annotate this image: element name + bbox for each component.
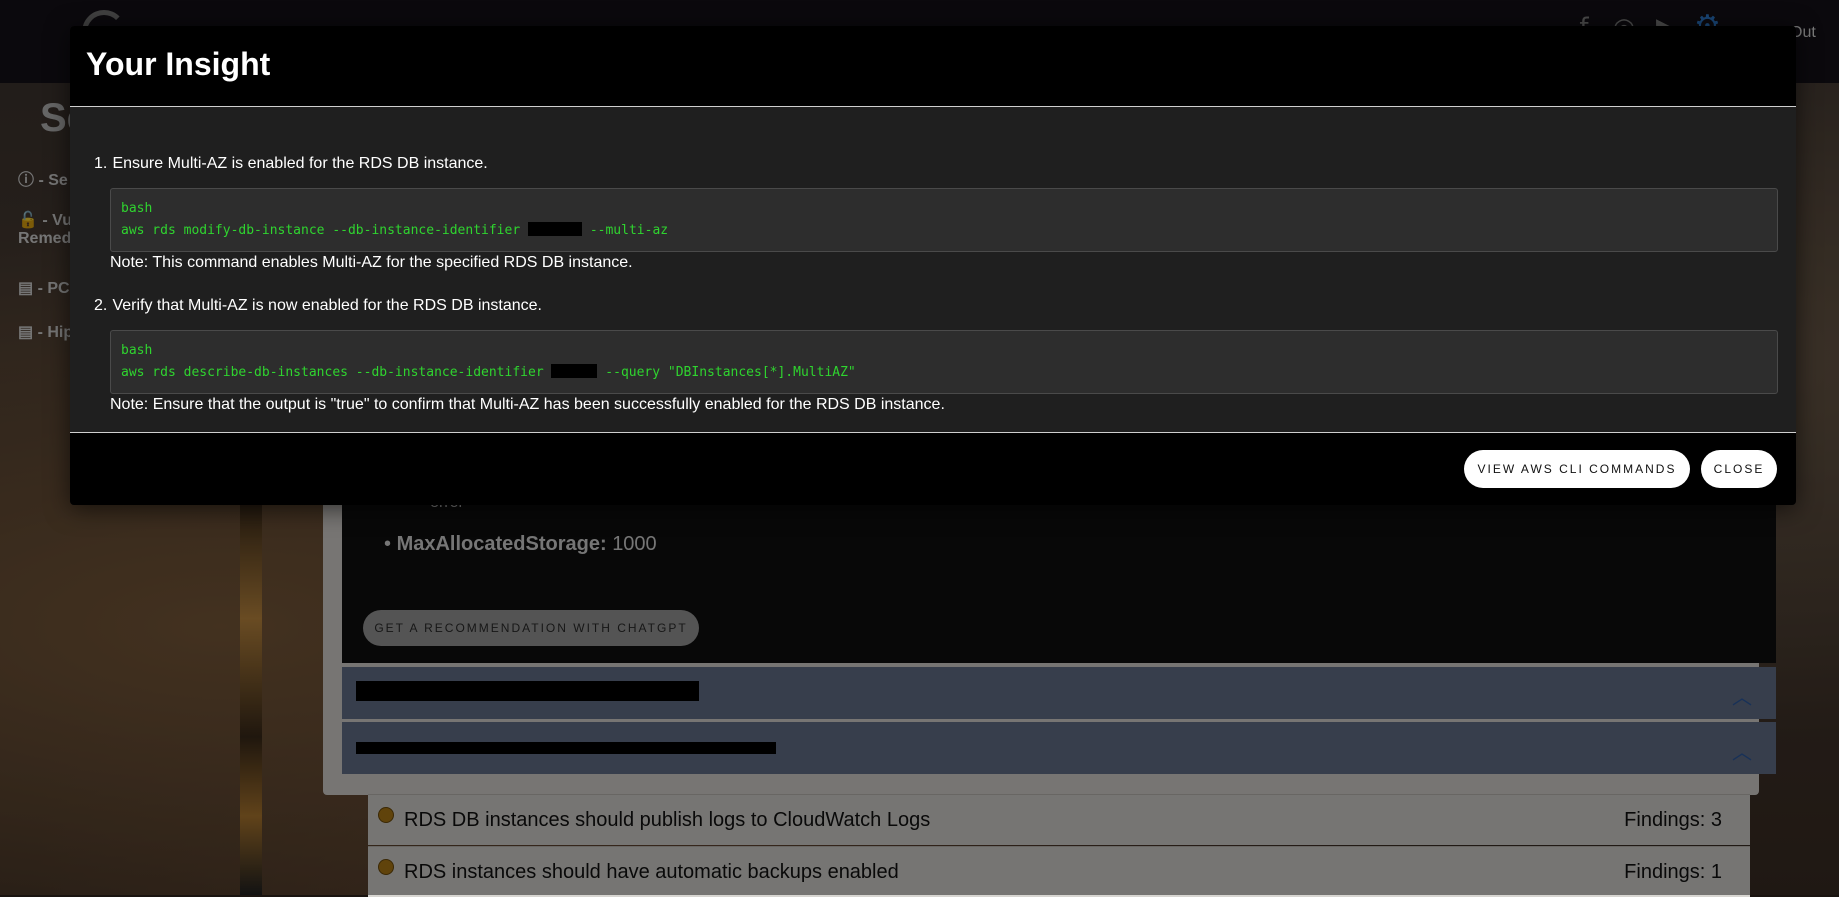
step-1: 1. Ensure Multi-AZ is enabled for the RD… bbox=[94, 155, 488, 173]
step-note: Note: Ensure that the output is "true" t… bbox=[110, 396, 945, 413]
modal-body: 1. Ensure Multi-AZ is enabled for the RD… bbox=[70, 107, 1796, 432]
redacted-identifier bbox=[528, 222, 582, 236]
modal-title: Your Insight bbox=[86, 46, 271, 82]
close-button[interactable]: CLOSE bbox=[1701, 450, 1777, 488]
code-language: bash bbox=[121, 343, 153, 358]
step-number: 1. bbox=[94, 155, 108, 172]
code-language: bash bbox=[121, 201, 153, 216]
view-aws-cli-button[interactable]: VIEW AWS CLI COMMANDS bbox=[1464, 450, 1690, 488]
step-text: Ensure Multi-AZ is enabled for the RDS D… bbox=[112, 155, 488, 172]
code-block[interactable]: bash aws rds modify-db-instance --db-ins… bbox=[110, 188, 1778, 252]
modal-footer: VIEW AWS CLI COMMANDS CLOSE bbox=[70, 432, 1796, 505]
step-2: 2. Verify that Multi-AZ is now enabled f… bbox=[94, 297, 542, 315]
redacted-identifier bbox=[551, 364, 598, 378]
modal-header: Your Insight bbox=[70, 26, 1796, 107]
step-number: 2. bbox=[94, 297, 108, 314]
step-text: Verify that Multi-AZ is now enabled for … bbox=[112, 297, 542, 314]
code-command[interactable]: aws rds modify-db-instance --db-instance… bbox=[121, 222, 668, 238]
code-block[interactable]: bash aws rds describe-db-instances --db-… bbox=[110, 330, 1778, 394]
insight-modal: Your Insight 1. Ensure Multi-AZ is enabl… bbox=[70, 26, 1796, 505]
code-command[interactable]: aws rds describe-db-instances --db-insta… bbox=[121, 364, 856, 380]
step-note: Note: This command enables Multi-AZ for … bbox=[110, 254, 633, 271]
